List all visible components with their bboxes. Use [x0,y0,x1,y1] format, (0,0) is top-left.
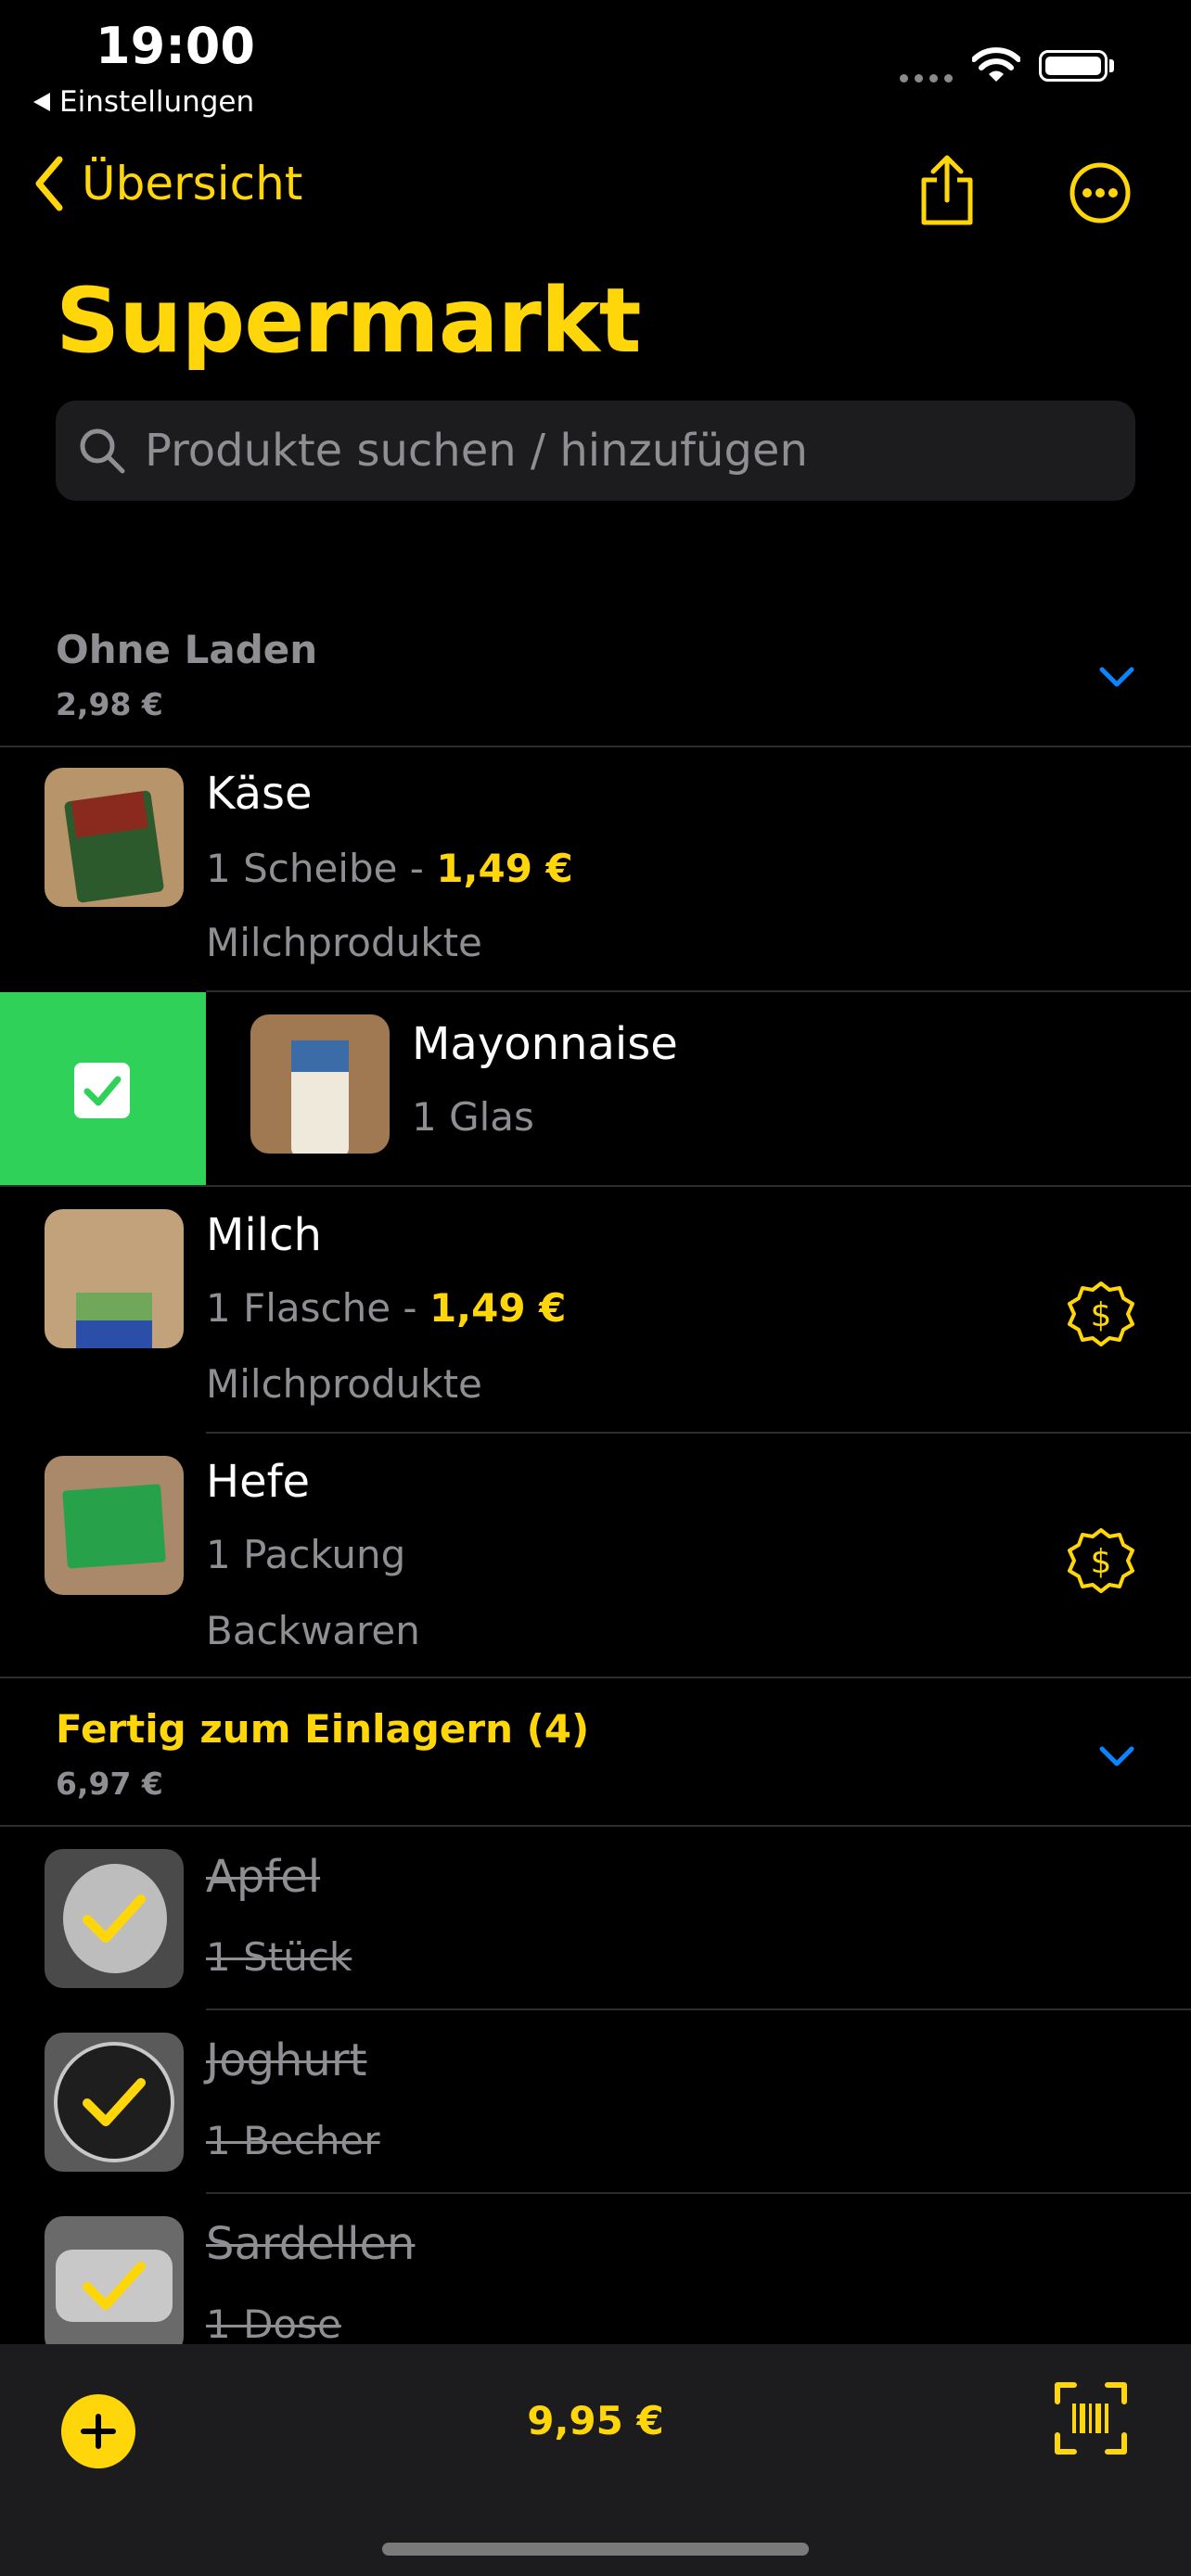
item-name: Joghurt [206,2034,367,2086]
product-image-sardellen [45,2216,184,2344]
back-triangle-icon [33,93,50,111]
share-icon[interactable] [916,154,978,226]
list-total: 9,95 € [527,2398,664,2443]
product-image-kaese [45,768,184,907]
list-item-kaese[interactable]: Käse 1 Scheibe - 1,49 € Milchprodukte [0,747,1191,992]
page-title: Supermarkt [56,269,642,373]
item-name: Hefe [206,1456,311,1508]
svg-text:$: $ [1091,1543,1112,1581]
list-item-sardellen-done[interactable]: Sardellen 1 Dose [0,2194,1191,2344]
mark-done-swipe-action[interactable] [0,992,206,1187]
product-image-joghurt [45,2033,184,2172]
item-name: Käse [206,768,313,820]
section-title-fertig: Fertig zum Einlagern (4) [56,1706,590,1752]
product-image-mayonnaise [250,1014,390,1154]
item-price: 1,49 € [436,846,573,891]
svg-text:$: $ [1091,1296,1112,1334]
checkmark-icon [83,2078,146,2126]
item-name: Mayonnaise [412,1018,678,1070]
item-quantity: 1 Flasche [206,1285,391,1331]
back-app-label: Einstellungen [59,85,255,119]
item-name: Sardellen [206,2218,416,2270]
section-subtotal: 6,97 € [56,1766,163,1802]
checkmark-icon [83,1894,146,1943]
status-time: 19:00 [96,17,255,75]
item-category: Milchprodukte [206,920,482,965]
item-price: 1,49 € [429,1285,567,1331]
bottom-toolbar [0,2344,1191,2576]
product-image-hefe [45,1456,184,1595]
checkbox-checked-icon [74,1063,130,1118]
cellular-signal-icon [900,74,953,83]
ellipsis-circle-icon[interactable] [1069,161,1132,224]
item-quantity: 1 Scheibe [206,846,398,891]
price-tag-dollar-icon[interactable]: $ [1067,1280,1135,1348]
chevron-left-icon [35,156,63,211]
item-category: Milchprodukte [206,1361,482,1407]
item-quantity: 1 Glas [412,1094,534,1140]
item-name: Apfel [206,1851,321,1903]
list-item-apfel-done[interactable]: Apfel 1 Stück [0,1827,1191,2009]
checkmark-icon [83,2262,146,2310]
search-input[interactable]: Produkte suchen / hinzufügen [56,401,1135,501]
back-button-label: Übersicht [82,157,303,210]
barcode-scan-icon[interactable] [1054,2381,1128,2455]
item-qty-separator: - [391,1285,429,1331]
search-icon [80,428,125,474]
item-name: Milch [206,1209,322,1261]
item-quantity-line: 1 Scheibe - 1,49 € [206,846,573,891]
list-item-hefe[interactable]: Hefe 1 Packung Backwaren $ [0,1434,1191,1678]
battery-nub [1109,59,1114,72]
item-quantity: 1 Stück [206,1934,352,1980]
item-quantity: 1 Becher [206,2118,380,2163]
product-image-milch [45,1209,184,1348]
home-indicator [382,2543,809,2556]
search-placeholder: Produkte suchen / hinzufügen [145,425,808,477]
list-item-mayonnaise[interactable]: Mayonnaise 1 Glas [206,992,1191,1187]
item-quantity-line: 1 Flasche - 1,49 € [206,1285,566,1331]
chevron-down-icon[interactable] [1098,1743,1135,1769]
list-item-milch[interactable]: Milch 1 Flasche - 1,49 € Milchprodukte $ [0,1187,1191,1432]
item-qty-separator: - [397,846,437,891]
row-separator [0,1677,1191,1678]
back-button[interactable]: Übersicht [33,156,302,211]
battery-icon [1039,50,1108,82]
back-to-app-link[interactable]: Einstellungen [33,85,254,119]
item-quantity: 1 Dose [206,2302,341,2344]
wifi-icon [972,47,1020,82]
section-title-ohne-laden: Ohne Laden [56,627,318,672]
list-item-joghurt-done[interactable]: Joghurt 1 Becher [0,2010,1191,2192]
product-image-apfel [45,1849,184,1988]
item-category: Backwaren [206,1608,420,1653]
chevron-down-icon[interactable] [1098,664,1135,690]
item-quantity: 1 Packung [206,1532,406,1577]
price-tag-dollar-icon[interactable]: $ [1067,1526,1135,1595]
section-subtotal: 2,98 € [56,686,163,722]
